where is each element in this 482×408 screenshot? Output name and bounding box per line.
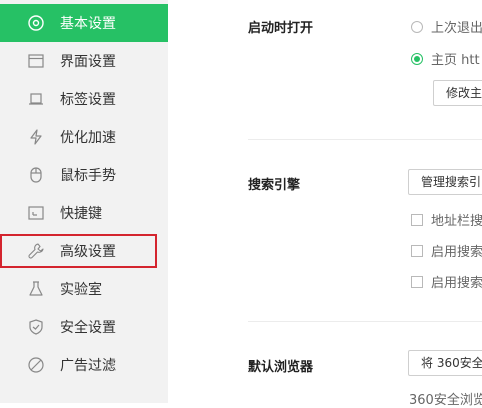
sidebar-item-tab-settings[interactable]: 标签设置 <box>0 80 168 118</box>
default-browser-status: 360安全浏览 <box>409 393 482 408</box>
section-divider <box>248 321 482 322</box>
option-label: 地址栏搜 <box>431 214 482 229</box>
sidebar-item-label: 广告过滤 <box>60 358 116 374</box>
highlight-box-advanced-settings <box>0 234 157 268</box>
sidebar-item-label: 优化加速 <box>60 130 116 146</box>
startup-section-title: 启动时打开 <box>248 21 314 36</box>
search-check-enable-1[interactable]: 启用搜索 <box>411 241 482 260</box>
sidebar-item-security-settings[interactable]: 安全设置 <box>0 308 168 346</box>
sidebar-item-label: 实验室 <box>60 282 102 298</box>
sidebar-item-mouse-gestures[interactable]: 鼠标手势 <box>0 156 168 194</box>
set-default-browser-button[interactable]: 将 360安全 <box>408 350 482 376</box>
sidebar-item-label: 快捷键 <box>60 206 102 222</box>
option-label: 主页 htt <box>431 53 480 68</box>
checkbox[interactable] <box>411 213 423 226</box>
startup-option-homepage[interactable]: 主页 htt <box>411 49 480 68</box>
keyboard-icon <box>27 204 45 222</box>
sidebar-item-label: 基本设置 <box>60 16 116 32</box>
sidebar-item-basic-settings[interactable]: 基本设置 <box>0 4 168 42</box>
sidebar-item-shortcuts[interactable]: 快捷键 <box>0 194 168 232</box>
mouse-icon <box>27 166 45 184</box>
lightning-icon <box>27 128 45 146</box>
option-label: 启用搜索 <box>431 245 482 260</box>
sidebar-item-ad-filter[interactable]: 广告过滤 <box>0 346 168 384</box>
radio-button[interactable] <box>411 20 423 33</box>
shield-icon <box>27 318 45 336</box>
sidebar-item-interface-settings[interactable]: 界面设置 <box>0 42 168 80</box>
sidebar-item-optimize[interactable]: 优化加速 <box>0 118 168 156</box>
sidebar-item-label: 界面设置 <box>60 54 116 70</box>
tab-icon <box>27 90 45 108</box>
modify-homepage-button[interactable]: 修改主 <box>433 80 482 106</box>
option-label: 启用搜索 <box>431 276 482 291</box>
manage-search-engines-button[interactable]: 管理搜索引 <box>408 169 482 195</box>
flask-icon <box>27 280 45 298</box>
settings-content: 启动时打开 上次退出 主页 htt 修改主 搜索引擎 管理搜索引 地址栏搜 启用… <box>168 0 482 408</box>
search-section-title: 搜索引擎 <box>248 178 301 193</box>
checkbox[interactable] <box>411 275 423 288</box>
home-settings-icon <box>27 14 45 32</box>
search-check-enable-2[interactable]: 启用搜索 <box>411 272 482 291</box>
sidebar-item-lab[interactable]: 实验室 <box>0 270 168 308</box>
default-browser-section-title: 默认浏览器 <box>248 360 314 375</box>
block-icon <box>27 356 45 374</box>
sidebar-item-label: 鼠标手势 <box>60 168 116 184</box>
search-check-addressbar[interactable]: 地址栏搜 <box>411 210 482 229</box>
checkbox[interactable] <box>411 244 423 257</box>
sidebar-item-label: 安全设置 <box>60 320 116 336</box>
sidebar: 基本设置 界面设置 标签设置 优化加速 鼠标手势 快捷键 高级设置 实验室 安全… <box>0 0 168 403</box>
option-label: 上次退出 <box>431 21 482 36</box>
section-divider <box>248 139 482 140</box>
radio-button-selected[interactable] <box>411 52 423 65</box>
window-icon <box>27 52 45 70</box>
sidebar-item-label: 标签设置 <box>60 92 116 108</box>
startup-option-last-session[interactable]: 上次退出 <box>411 17 482 36</box>
